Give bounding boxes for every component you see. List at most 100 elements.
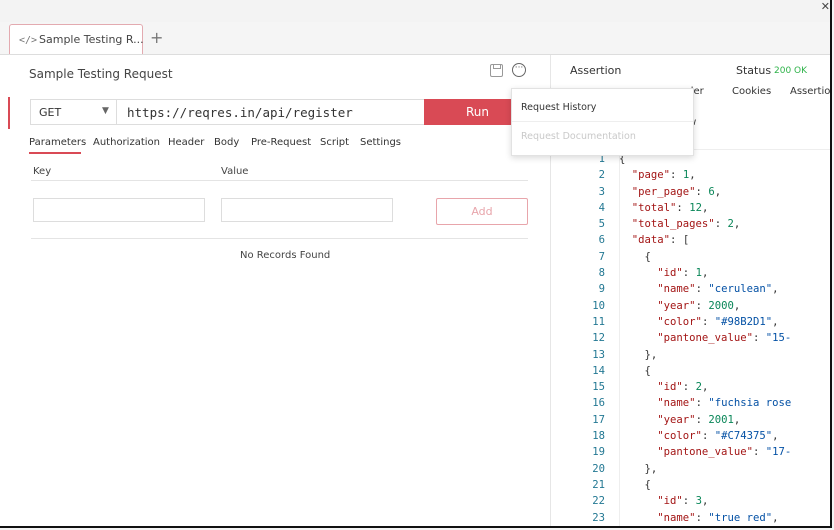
response-body-editor[interactable]: 1{2 "page": 1, 3 "per_page": 6, 4 "total":… [577,151,792,527]
url-input[interactable]: https://reqres.in/api/register [117,99,425,125]
code-line: 15 "id": 2, [577,379,791,395]
code-text: "per_page": 6, [631,185,722,198]
line-number: 16 [592,397,605,410]
more-options-menu: Request History Request Documentation [511,88,694,156]
line-number: 15 [592,381,605,394]
code-text: }, [619,348,658,361]
code-line: 4 "total": 12, [577,200,791,216]
tab-settings[interactable]: Settings [360,137,401,148]
line-number: 8 [598,267,605,280]
menu-divider [512,121,693,122]
method-value: GET [39,106,62,119]
tab-label: Sample Testing R... [39,33,144,46]
line-number: 24 [577,526,605,527]
add-param-button[interactable]: Add [436,198,528,225]
save-icon[interactable] [490,64,503,77]
code-line: 7 { [577,249,791,265]
code-line: 22 "id": 3, [577,493,791,509]
new-tab-button[interactable]: + [150,28,163,47]
line-number: 11 [592,315,605,328]
line-number: 6 [598,234,605,247]
method-select[interactable]: GET ▼ [30,99,117,125]
more-options-icon[interactable]: ··· [512,63,526,77]
line-number: 17 [592,413,605,426]
param-key-input[interactable] [33,198,205,222]
line-number: 5 [598,218,605,231]
code-text: "total": 12, [631,201,709,214]
code-text: "name": "fuchsia rose [657,397,792,410]
code-text: "color": "#98B2D1", [657,315,779,328]
code-line: 6 "data": [ [577,232,791,248]
line-number: 20 [592,462,605,475]
line-number: 9 [598,283,605,296]
tab-body[interactable]: Body [214,137,239,148]
code-line: 17 "year": 2001, [577,412,791,428]
code-text: }, [619,462,658,475]
line-number: 22 [592,495,605,508]
code-line: 8 "id": 1, [577,265,791,281]
code-text: "pantone_value": "17- [657,446,792,459]
line-number: 23 [592,511,605,524]
code-text: "page": 1, [631,169,696,182]
tab-cookies[interactable]: Cookies [732,86,771,97]
key-column-header: Key [33,166,52,177]
tab-pre-request[interactable]: Pre-Request [251,137,311,148]
code-line: 18 "color": "#C74375", [577,428,791,444]
active-indicator [0,97,10,129]
code-line: 11 "color": "#98B2D1", [577,314,791,330]
code-text: "id": 2, [657,381,709,394]
assertion-title: Assertion [570,64,622,77]
request-panel: Sample Testing Request ··· GET ▼ https:/… [0,55,550,526]
tab-script[interactable]: Script [320,137,349,148]
tab-header[interactable]: Header [168,137,204,148]
divider [31,180,528,181]
code-line: 13 }, [577,347,791,363]
tab-sample-testing-request[interactable]: </> Sample Testing R... [9,24,144,54]
code-line: 10 "year": 2000, [577,298,791,314]
code-line: 21 { [577,477,791,493]
code-text: "total_pages": 2, [631,218,741,231]
divider [31,238,528,239]
code-text: "data": [ [631,234,690,247]
code-line: 2 "page": 1, [577,167,791,183]
tab-parameters[interactable]: Parameters [29,137,86,148]
tab-bar: </> Sample Testing R... + [0,22,830,55]
code-text: "color": "#C74375", [657,430,779,443]
menu-item-request-history[interactable]: Request History [521,102,596,113]
line-number: 3 [598,185,605,198]
title-bar: ✕ [0,0,830,22]
param-value-input[interactable] [221,198,393,222]
code-text: "name": "true red", [657,511,779,524]
code-text: "id": 1, [657,267,709,280]
app-window: ✕ </> Sample Testing R... + Sample Testi… [0,0,832,528]
code-line: 14 { [577,363,791,379]
code-icon: </> [19,35,38,46]
status-label: Status [736,64,772,77]
line-number: 18 [592,430,605,443]
line-number: 4 [598,201,605,214]
code-text: { [619,250,651,263]
code-line: 3 "per_page": 6, [577,184,791,200]
line-number: 2 [598,169,605,182]
window-control-icon[interactable]: ✕ [821,0,830,13]
code-text: { [619,478,651,491]
tab-authorization[interactable]: Authorization [93,137,160,148]
tab-assertion[interactable]: Assertion [790,86,830,97]
code-line: 24 "year": 2002, [577,526,791,527]
code-line: 19 "pantone_value": "17- [577,444,791,460]
code-text: "year": 2000, [657,299,741,312]
menu-item-request-documentation: Request Documentation [521,131,636,142]
status-badge: 200 OK [774,66,808,76]
request-title: Sample Testing Request [29,67,173,81]
code-line: 5 "total_pages": 2, [577,216,791,232]
line-number: 13 [592,348,605,361]
empty-state-text: No Records Found [240,250,331,261]
line-number: 14 [592,364,605,377]
code-text: "pantone_value": "15- [657,332,792,345]
code-line: 12 "pantone_value": "15- [577,330,791,346]
code-text: "id": 3, [657,495,709,508]
code-text: "year": 2001, [657,413,741,426]
line-number: 10 [592,299,605,312]
value-column-header: Value [221,166,249,177]
code-line: 20 }, [577,461,791,477]
